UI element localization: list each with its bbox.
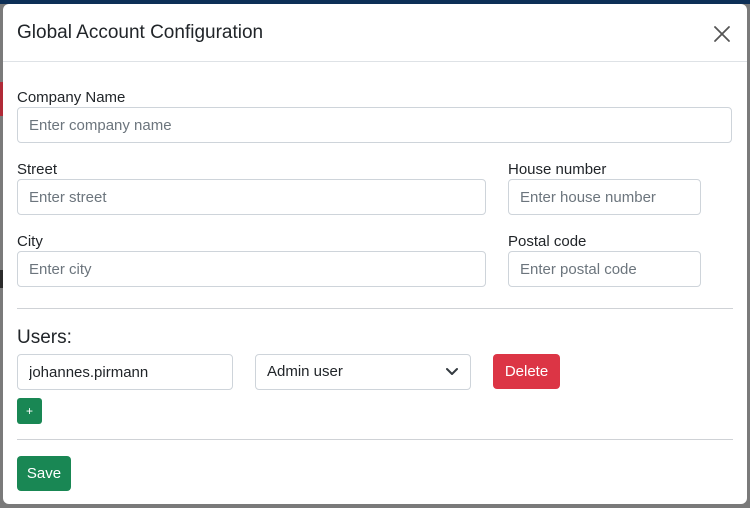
modal-header: Global Account Configuration	[3, 4, 747, 62]
company-name-input[interactable]	[17, 107, 732, 143]
user-role-value: Admin user	[267, 363, 343, 380]
close-icon	[714, 26, 730, 42]
postal-code-label: Postal code	[508, 233, 587, 250]
street-input[interactable]	[17, 179, 486, 215]
city-input[interactable]	[17, 251, 486, 287]
house-number-input[interactable]	[508, 179, 701, 215]
user-role-select[interactable]: Admin user	[255, 354, 471, 390]
add-user-button[interactable]: +	[17, 398, 42, 424]
city-label: City	[17, 233, 43, 250]
account-config-modal: Global Account Configuration Company Nam…	[3, 4, 747, 504]
close-button[interactable]	[711, 23, 733, 45]
delete-user-button[interactable]: Delete	[493, 354, 560, 389]
house-number-label: House number	[508, 161, 607, 178]
section-divider	[17, 439, 733, 440]
company-name-label: Company Name	[17, 89, 126, 106]
street-label: Street	[17, 161, 58, 178]
username-input[interactable]	[17, 354, 233, 390]
section-divider	[17, 308, 733, 309]
chevron-down-icon	[446, 368, 458, 375]
save-button[interactable]: Save	[17, 456, 71, 491]
postal-code-input[interactable]	[508, 251, 701, 287]
modal-title: Global Account Configuration	[17, 22, 264, 43]
users-heading: Users:	[17, 327, 72, 348]
